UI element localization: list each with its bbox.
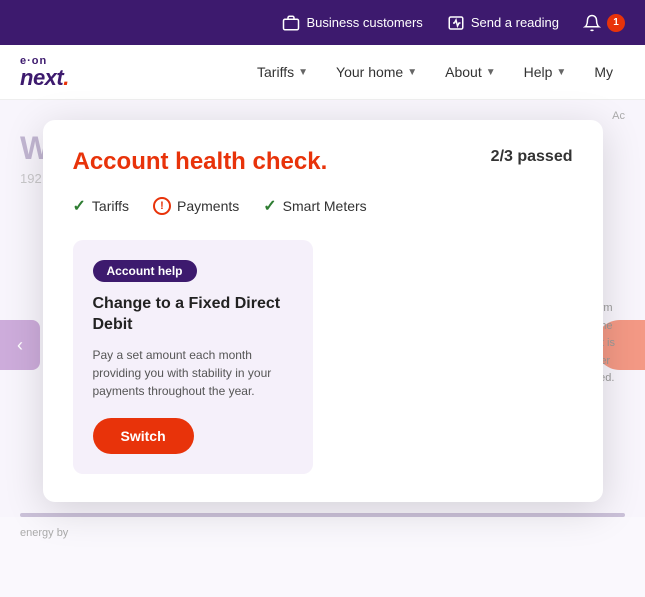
tariffs-chevron-icon: ▼ <box>298 67 308 78</box>
meter-icon <box>447 14 465 32</box>
payments-status-label: Payments <box>177 198 239 214</box>
modal-header: Account health check. 2/3 passed <box>73 148 573 176</box>
top-bar: Business customers Send a reading 1 <box>0 0 645 45</box>
business-customers-link[interactable]: Business customers <box>282 14 422 32</box>
your-home-chevron-icon: ▼ <box>407 67 417 78</box>
payments-status: ! Payments <box>153 197 239 215</box>
nav-item-my[interactable]: My <box>582 56 625 88</box>
nav-item-help[interactable]: Help ▼ <box>512 56 579 88</box>
tariffs-status-label: Tariffs <box>92 198 129 214</box>
nav-item-tariffs[interactable]: Tariffs ▼ <box>245 56 320 88</box>
payments-warn-icon: ! <box>153 197 171 215</box>
notification-badge: 1 <box>607 14 625 32</box>
switch-button[interactable]: Switch <box>93 418 194 454</box>
bell-icon <box>583 14 601 32</box>
smart-meters-check-icon: ✓ <box>263 196 276 216</box>
nav-item-your-home[interactable]: Your home ▼ <box>324 56 429 88</box>
send-reading-label: Send a reading <box>471 15 559 30</box>
help-chevron-icon: ▼ <box>556 67 566 78</box>
modal-overlay: Account health check. 2/3 passed ✓ Tarif… <box>0 100 645 597</box>
status-row: ✓ Tariffs ! Payments ✓ Smart Meters <box>73 196 573 216</box>
briefcase-icon <box>282 14 300 32</box>
send-reading-link[interactable]: Send a reading <box>447 14 559 32</box>
health-score: 2/3 passed <box>491 148 573 166</box>
help-card-title: Change to a Fixed Direct Debit <box>93 294 293 336</box>
nav-item-about[interactable]: About ▼ <box>433 56 508 88</box>
smart-meters-status: ✓ Smart Meters <box>263 196 366 216</box>
logo[interactable]: e·on next. <box>20 56 69 89</box>
about-chevron-icon: ▼ <box>486 67 496 78</box>
help-card-description: Pay a set amount each month providing yo… <box>93 346 293 400</box>
nav-items: Tariffs ▼ Your home ▼ About ▼ Help ▼ My <box>245 56 625 88</box>
help-card: Account help Change to a Fixed Direct De… <box>73 240 313 474</box>
smart-meters-status-label: Smart Meters <box>283 198 367 214</box>
health-check-modal: Account health check. 2/3 passed ✓ Tarif… <box>43 120 603 502</box>
notifications[interactable]: 1 <box>583 14 625 32</box>
business-customers-label: Business customers <box>306 15 422 30</box>
tariffs-status: ✓ Tariffs <box>73 196 130 216</box>
main-nav: e·on next. Tariffs ▼ Your home ▼ About ▼… <box>0 45 645 100</box>
logo-next: next. <box>20 67 69 89</box>
logo-dot: . <box>63 65 69 90</box>
help-tag: Account help <box>93 260 197 282</box>
tariffs-check-icon: ✓ <box>73 196 86 216</box>
health-check-title: Account health check. <box>73 148 328 176</box>
